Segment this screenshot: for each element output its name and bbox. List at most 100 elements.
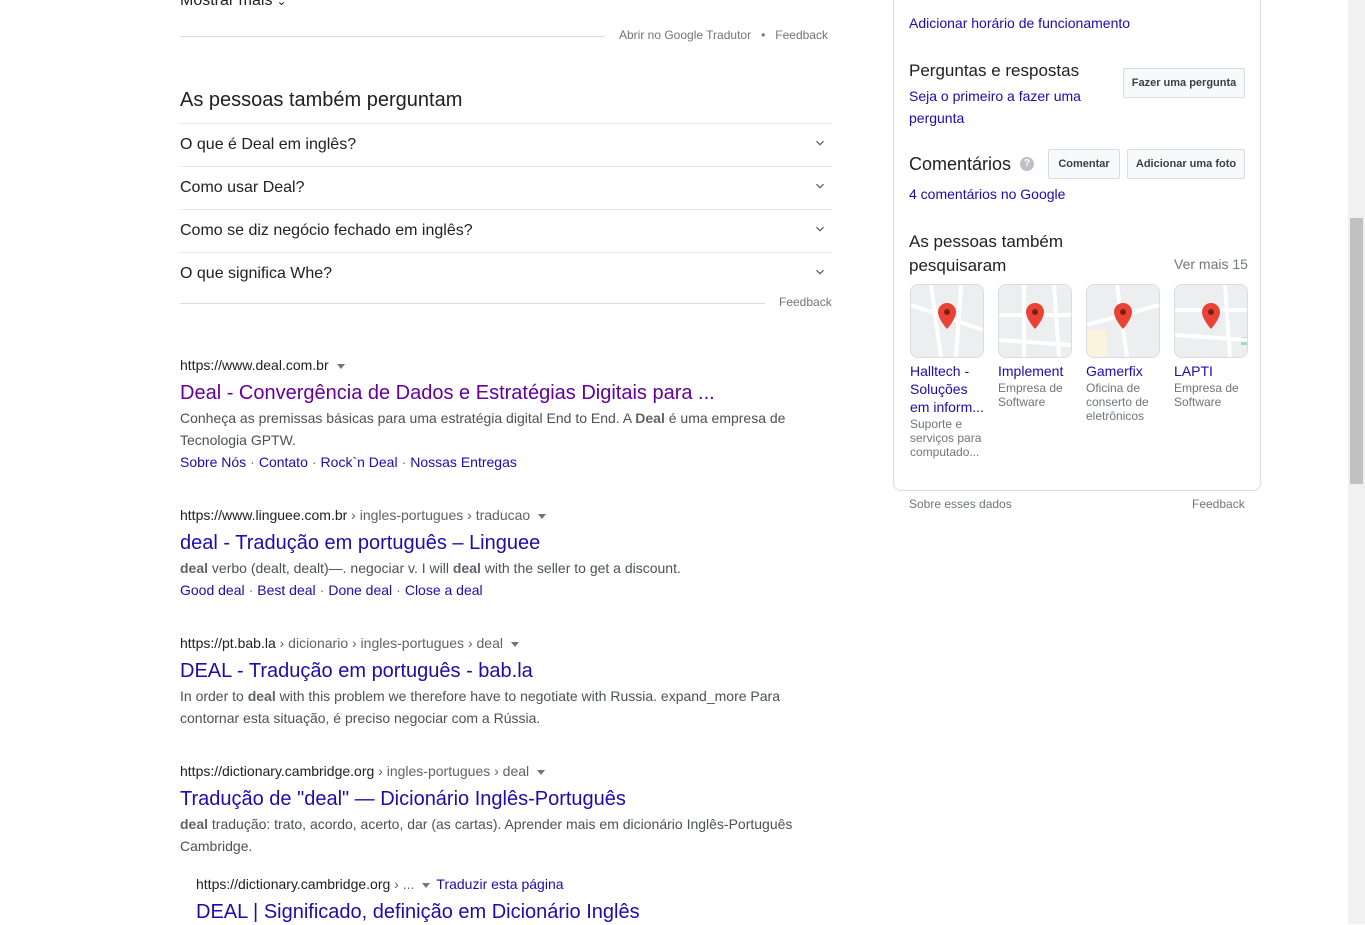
paa-question[interactable]: Como se diz negócio fechado em inglês?: [180, 209, 832, 252]
snippet-text: verbo (dealt, dealt)—. negociar v. I wil…: [208, 560, 453, 576]
place-card[interactable]: Implement Empresa de Software: [998, 284, 1072, 409]
result-title[interactable]: DEAL | Significado, definição em Dicioná…: [196, 899, 816, 925]
about-data-link[interactable]: Sobre esses dados: [909, 497, 1012, 511]
chevron-down-icon: [816, 226, 824, 232]
separator: ·: [401, 454, 407, 470]
snippet-highlight: deal: [180, 816, 209, 832]
sitelinks: Sobre Nós · Contato · Rock`n Deal · Nossas Ent…: [180, 451, 800, 473]
sitelink[interactable]: Contato: [259, 454, 308, 470]
qa-link[interactable]: Seja o primeiro a fazer uma pergunta: [909, 85, 1099, 129]
paa-title: As pessoas também perguntam: [180, 89, 463, 111]
result-domain: https://dictionary.cambridge.org: [196, 876, 391, 892]
translate-footer: Abrir no Google Tradutor • Feedback: [619, 28, 828, 42]
translate-page-link[interactable]: Traduzir esta página: [436, 876, 563, 892]
sitelink[interactable]: Good deal: [180, 582, 245, 598]
result-url[interactable]: https://www.deal.com.br: [180, 355, 800, 375]
vertical-scrollbar[interactable]: [1348, 0, 1365, 924]
result-domain: https://www.linguee.com.br: [180, 507, 348, 523]
place-name: Halltech - Soluções em inform...: [910, 363, 984, 415]
snippet-highlight: deal: [452, 560, 481, 576]
result-snippet: In order to deal with this problem we th…: [180, 685, 800, 729]
place-name: Gamerfix: [1086, 363, 1143, 379]
place-type: Suporte e serviços para computado...: [910, 417, 982, 459]
see-more-link[interactable]: Ver mais 15: [1174, 256, 1248, 272]
feedback-link[interactable]: Feedback: [775, 28, 828, 42]
result-url[interactable]: https://dictionary.cambridge.org › ingle…: [180, 761, 800, 781]
search-result: https://www.linguee.com.br › ingles-port…: [180, 505, 800, 601]
sitelink[interactable]: Best deal: [257, 582, 315, 598]
dropdown-arrow-icon[interactable]: [422, 882, 431, 888]
map-thumbnail: [1086, 284, 1160, 358]
map-pin-icon: [1175, 285, 1247, 357]
result-path: › ingles-portugues › deal: [374, 763, 530, 779]
separator: ·: [250, 454, 255, 470]
paa-question[interactable]: O que é Deal em inglês?: [180, 123, 832, 166]
chevron-down-icon: [816, 183, 824, 189]
map-pin-icon: [1087, 285, 1159, 357]
reviews-title: Comentários: [909, 154, 1012, 174]
map-pin-icon: [999, 285, 1071, 357]
place-card[interactable]: Halltech - Soluções em inform... Suporte…: [910, 284, 984, 459]
chevron-down-icon: [816, 269, 824, 275]
sitelinks: Good deal · Best deal · Done deal · Close a de…: [180, 579, 800, 601]
paa-question[interactable]: O que significa Whe?: [180, 252, 832, 295]
result-path: › dicionario › ingles-portugues › deal: [275, 635, 503, 651]
show-more-link[interactable]: Mostrar mais ⌄: [180, 0, 287, 10]
sitelink[interactable]: Rock`n Deal: [321, 454, 398, 470]
result-domain: https://dictionary.cambridge.org: [180, 763, 375, 779]
place-name: Implement: [998, 363, 1064, 379]
snippet-highlight: deal: [180, 560, 209, 576]
place-card[interactable]: Gamerfix Oficina de conserto de eletrôni…: [1086, 284, 1160, 423]
add-hours-link[interactable]: Adicionar horário de funcionamento: [909, 15, 1130, 31]
result-title[interactable]: Deal - Convergência de Dados e Estratégi…: [180, 380, 800, 406]
search-result: https://dictionary.cambridge.org › ... Tr…: [196, 874, 816, 925]
chevron-down-icon: [816, 140, 824, 146]
result-url[interactable]: https://www.linguee.com.br › ingles-port…: [180, 505, 800, 525]
dropdown-arrow-icon[interactable]: [510, 641, 519, 647]
result-domain: https://pt.bab.la: [180, 635, 276, 651]
place-card[interactable]: LAPTI Empresa de Software: [1174, 284, 1248, 409]
ask-question-button[interactable]: Fazer uma pergunta: [1123, 68, 1245, 98]
feedback-link[interactable]: Feedback: [779, 295, 832, 309]
map-pin-icon: [911, 285, 983, 357]
sitelink[interactable]: Sobre Nós: [180, 454, 246, 470]
snippet-text: with the seller to get a discount.: [480, 560, 681, 576]
result-title[interactable]: deal - Tradução em português – Linguee: [180, 530, 800, 556]
result-url[interactable]: https://dictionary.cambridge.org › ... Tr…: [196, 874, 816, 894]
paa-question-text: Como usar Deal?: [180, 179, 305, 196]
reviews-link[interactable]: 4 comentários no Google: [909, 186, 1065, 202]
add-photo-button[interactable]: Adicionar uma foto: [1127, 149, 1245, 179]
result-path: › ingles-portugues › traducao: [347, 507, 531, 523]
separator: ·: [311, 454, 317, 470]
help-icon[interactable]: ?: [1020, 157, 1034, 171]
result-title[interactable]: DEAL - Tradução em português - bab.la: [180, 658, 800, 684]
search-result: https://www.deal.com.br Deal - Convergên…: [180, 355, 800, 473]
sitelink[interactable]: Done deal: [328, 582, 392, 598]
result-title[interactable]: Tradução de "deal" — Dicionário Inglês-P…: [180, 786, 800, 812]
sitelink[interactable]: Close a deal: [405, 582, 483, 598]
separator: ·: [396, 582, 401, 598]
result-snippet: deal verbo (dealt, dealt)—. negociar v. …: [180, 557, 800, 579]
map-thumbnail: [998, 284, 1072, 358]
comment-button[interactable]: Comentar: [1048, 149, 1120, 179]
dropdown-arrow-icon[interactable]: [537, 769, 546, 775]
feedback-link[interactable]: Feedback: [1192, 497, 1245, 511]
qa-title: Perguntas e respostas: [909, 61, 1080, 80]
result-snippet: deal tradução: trato, acordo, acerto, da…: [180, 813, 800, 857]
sitelink[interactable]: Nossas Entregas: [410, 454, 517, 470]
separator-dot: •: [761, 28, 766, 42]
also-searched-title: As pessoas também pesquisaram: [909, 232, 1064, 275]
open-translate-link[interactable]: Abrir no Google Tradutor: [619, 28, 751, 42]
snippet-text: In order to: [180, 688, 248, 704]
result-url[interactable]: https://pt.bab.la › dicionario › ingles-…: [180, 633, 800, 653]
dropdown-arrow-icon[interactable]: [336, 363, 345, 369]
paa-question[interactable]: Como usar Deal?: [180, 166, 832, 209]
place-type: Empresa de Software: [998, 381, 1063, 409]
dropdown-arrow-icon[interactable]: [538, 513, 547, 519]
snippet-highlight: Deal: [635, 410, 665, 426]
paa-question-text: Como se diz negócio fechado em inglês?: [180, 222, 473, 239]
scrollbar-thumb[interactable]: [1350, 218, 1363, 484]
divider: [180, 303, 765, 304]
separator: ·: [248, 582, 254, 598]
show-more-label: Mostrar mais: [180, 0, 273, 9]
